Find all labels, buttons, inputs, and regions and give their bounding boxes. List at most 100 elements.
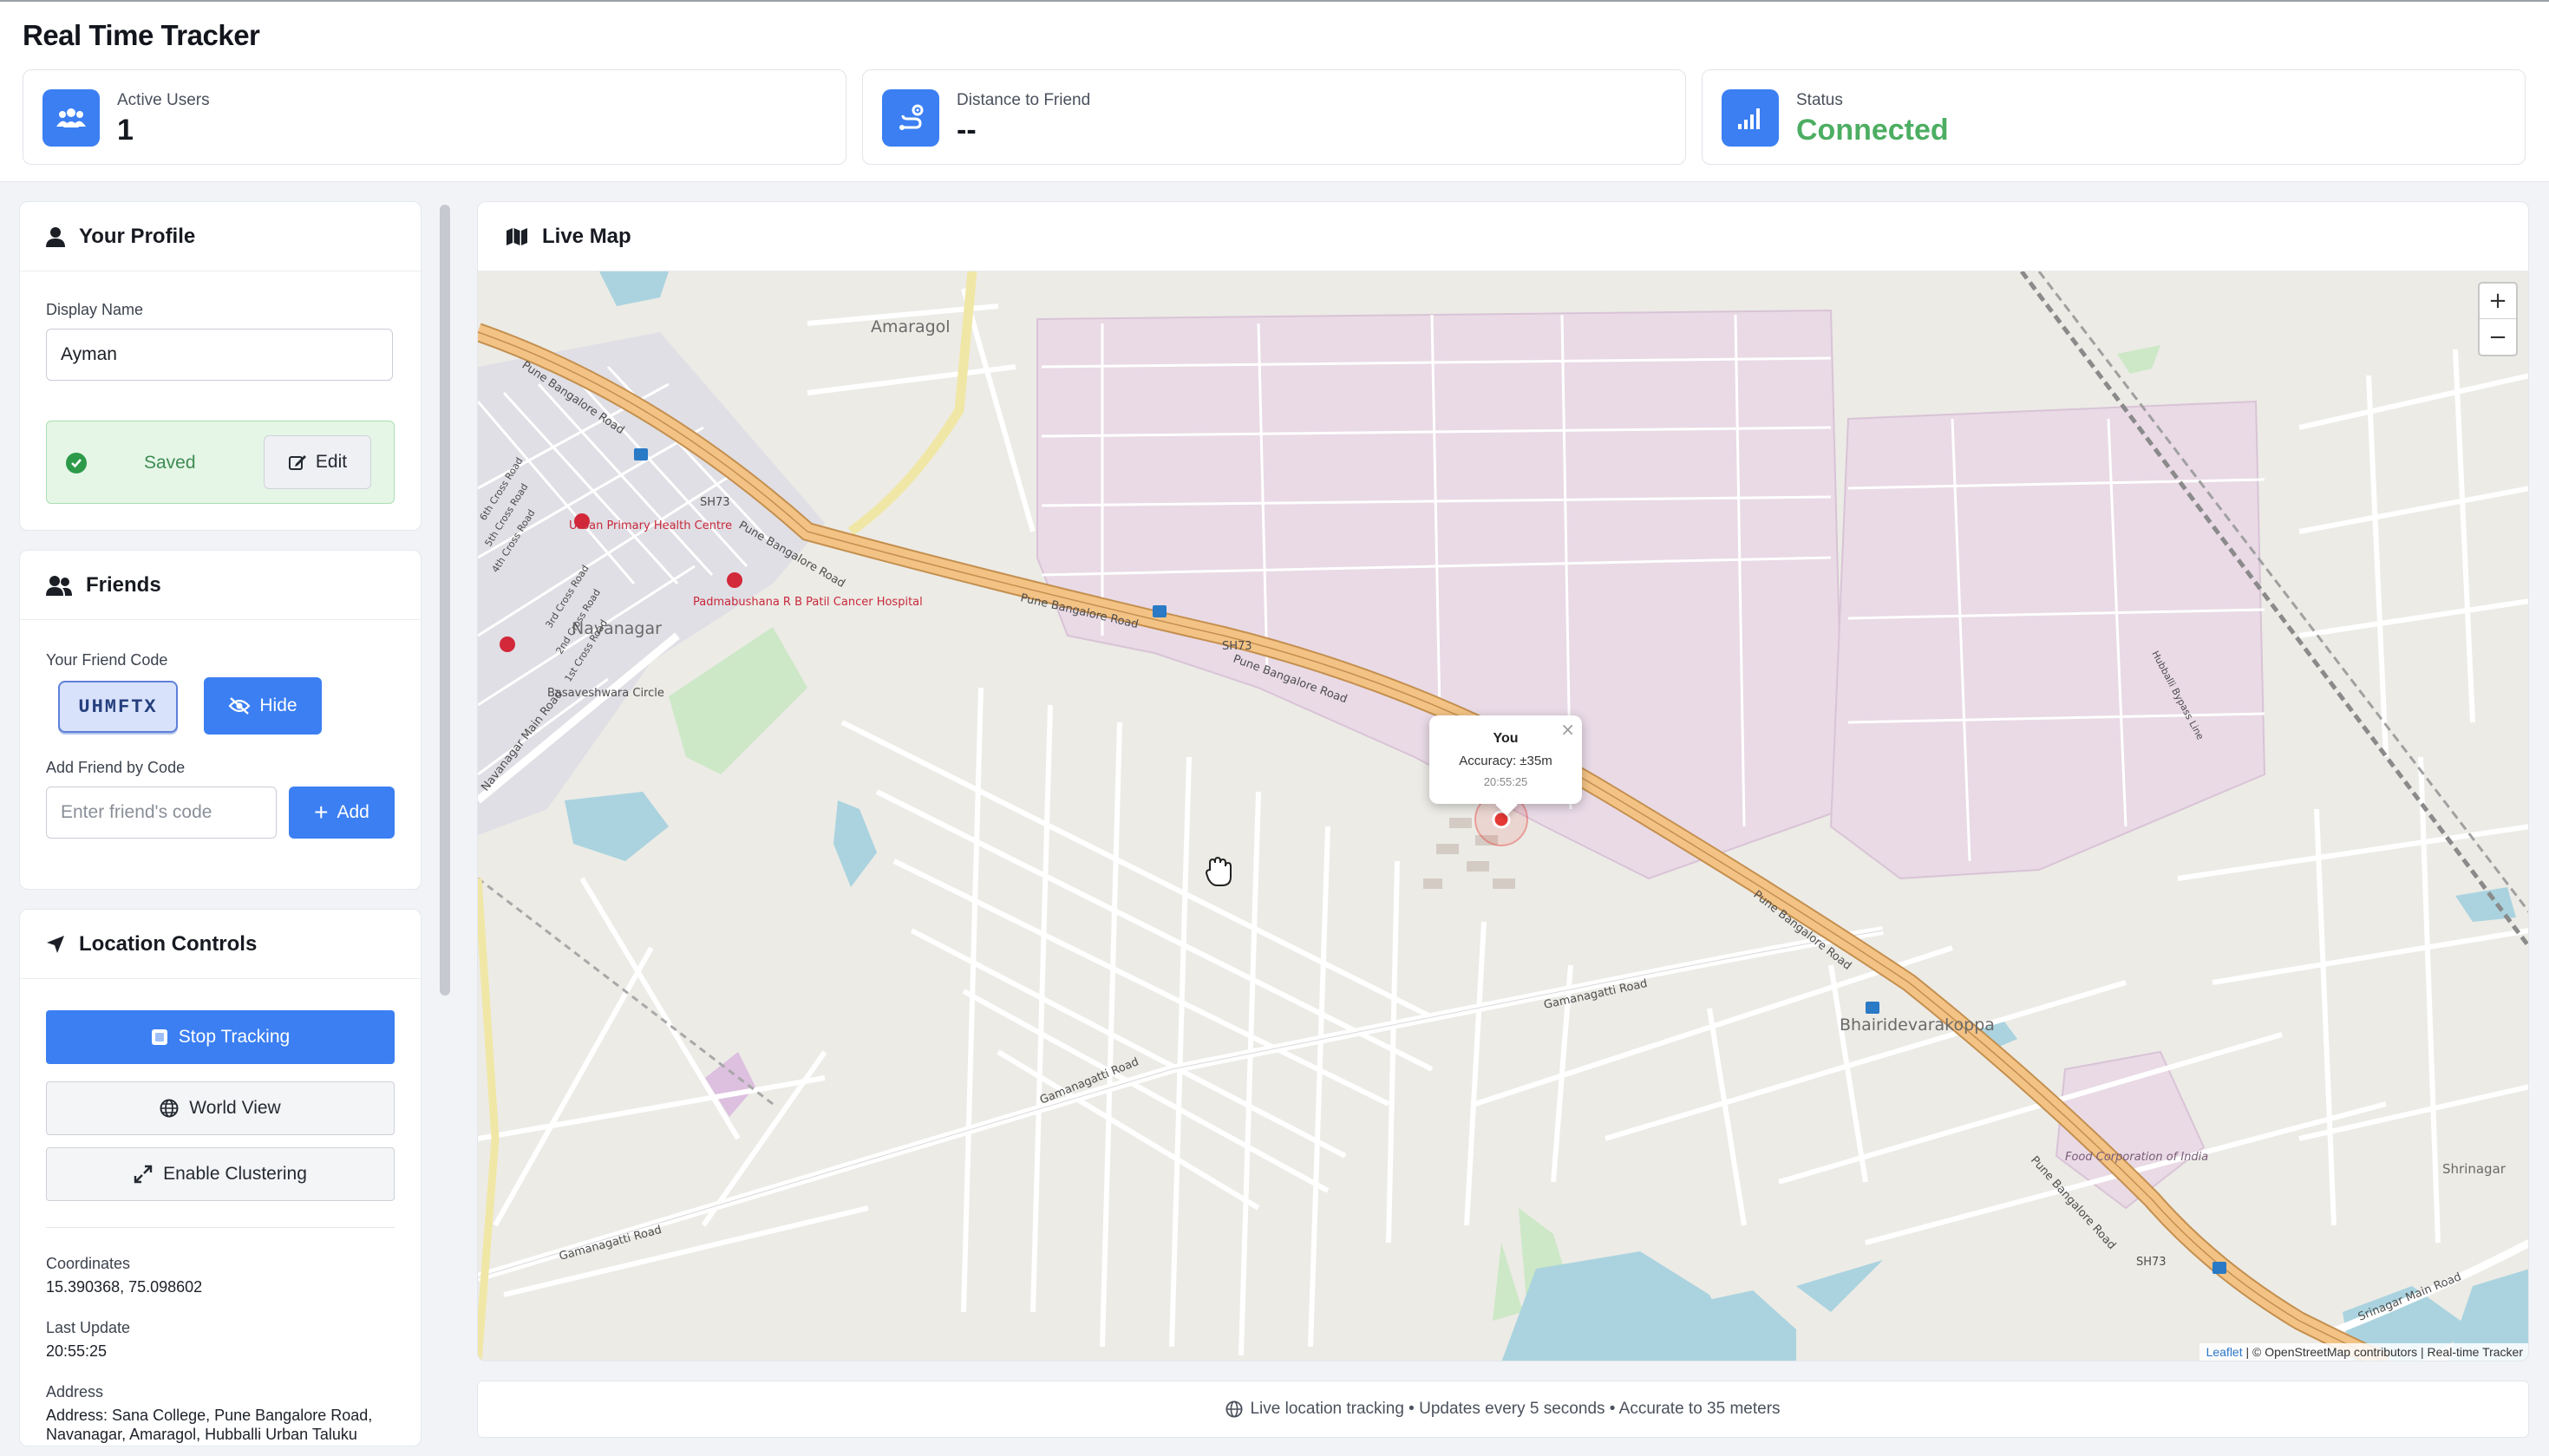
user-icon: [46, 226, 65, 247]
location-arrow-icon: [47, 935, 64, 953]
location-popup: × You Accuracy: ±35m 20:55:25: [1429, 715, 1582, 816]
route-icon: [882, 89, 939, 147]
address-value: Address: Sana College, Pune Bangalore Ro…: [46, 1407, 373, 1443]
stop-tracking-button[interactable]: Stop Tracking: [46, 1010, 395, 1064]
plus-icon: +: [314, 799, 329, 826]
footer-text: Live location tracking • Updates every 5…: [1250, 1400, 1781, 1418]
map-heading-text: Live Map: [542, 224, 631, 248]
map-attribution: Leaflet | © OpenStreetMap contributors |…: [2199, 1343, 2528, 1361]
globe-icon: [160, 1099, 179, 1118]
stat-label: Distance to Friend: [957, 91, 1091, 109]
eye-slash-icon: [228, 697, 251, 715]
world-view-label: World View: [189, 1098, 281, 1118]
water-body: [833, 800, 877, 887]
check-circle-icon: [66, 453, 87, 473]
stat-card-status: Status Connected: [1702, 69, 2526, 165]
map-card: Live Map Amaragol Navanagar Bhairidevara…: [477, 201, 2529, 1361]
add-friend-button[interactable]: + Add: [289, 787, 395, 839]
water-body: [1796, 1260, 1883, 1312]
map-label: SH73: [1222, 640, 1252, 653]
map-label: Padmabushana R B Patil Cancer Hospital: [693, 596, 923, 609]
stop-tracking-label: Stop Tracking: [178, 1027, 291, 1047]
zoom-in-button[interactable]: +: [2480, 284, 2516, 319]
address-label: Address: [46, 1383, 104, 1401]
friends-heading: Friends: [20, 551, 421, 620]
map-label: Urban Primary Health Centre: [569, 519, 732, 532]
stop-icon: [151, 1029, 167, 1045]
bus-stop-icon: [2212, 1262, 2226, 1274]
last-update-label: Last Update: [46, 1319, 131, 1336]
edit-label: Edit: [315, 452, 348, 472]
popup-title: You: [1493, 731, 1519, 746]
friends-heading-text: Friends: [86, 572, 161, 597]
map-label: Shrinagar: [2442, 1161, 2507, 1177]
map-icon: [507, 227, 527, 245]
friends-panel: Friends Your Friend Code UHMFTX Hide Add…: [19, 550, 422, 890]
map-footer: Live location tracking • Updates every 5…: [477, 1381, 2529, 1438]
bus-stop-icon: [1866, 1002, 1879, 1014]
popup-accuracy: Accuracy: ±35m: [1459, 754, 1552, 768]
map-label: Basaveshwara Circle: [547, 687, 664, 700]
leaflet-link[interactable]: Leaflet: [2206, 1345, 2243, 1359]
hospital-poi-icon: [500, 637, 515, 652]
zoom-out-button[interactable]: −: [2480, 319, 2516, 355]
park: [1493, 1243, 1523, 1321]
divider: [46, 1227, 395, 1228]
popup-time: 20:55:25: [1483, 775, 1528, 788]
coordinates-label: Coordinates: [46, 1255, 131, 1272]
saved-text: Saved: [144, 453, 196, 473]
friend-code-label: Your Friend Code: [46, 651, 168, 669]
stat-card-active-users: Active Users 1: [23, 69, 846, 165]
last-update-value: 20:55:25: [46, 1342, 108, 1360]
enable-clustering-label: Enable Clustering: [163, 1164, 307, 1184]
park: [2117, 345, 2160, 374]
lake: [1692, 1290, 1796, 1361]
map-tiles: Amaragol Navanagar Bhairidevarakoppa Shr…: [478, 271, 2528, 1361]
add-friend-label: Add Friend by Code: [46, 759, 186, 776]
globe-icon: [1225, 1401, 1244, 1418]
stat-label: Active Users: [117, 91, 210, 109]
coordinates-value: 15.390368, 75.098602: [46, 1278, 203, 1296]
status-value: Connected: [1796, 114, 1949, 147]
industrial-area: [1829, 400, 2266, 880]
stat-value: --: [957, 114, 977, 147]
zoom-control: + −: [2478, 282, 2518, 356]
attribution-text: | © OpenStreetMap contributors | Real-ti…: [2242, 1345, 2524, 1359]
saved-status-box: Saved Edit: [46, 421, 395, 504]
map-label: SH73: [2136, 1256, 2167, 1269]
water-body: [599, 271, 669, 306]
edit-icon: [288, 455, 306, 470]
hand-cursor-icon: [1205, 856, 1232, 886]
location-controls-panel: Location Controls Stop Tracking World Vi…: [19, 909, 422, 1446]
secondary-road: [478, 878, 500, 1361]
stat-label: Status: [1796, 91, 1843, 109]
signal-icon: [1722, 89, 1779, 147]
map-heading: Live Map: [478, 202, 2528, 271]
users-icon: [42, 89, 100, 147]
location-controls-heading: Location Controls: [20, 910, 421, 979]
world-view-button[interactable]: World View: [46, 1081, 395, 1135]
profile-heading: Your Profile: [20, 202, 421, 271]
map-label: Navanagar: [572, 619, 662, 638]
hospital-grounds: [669, 627, 807, 774]
hide-label: Hide: [259, 695, 297, 715]
location-controls-heading-text: Location Controls: [79, 931, 258, 956]
enable-clustering-button[interactable]: Enable Clustering: [46, 1147, 395, 1201]
water-body: [565, 792, 669, 861]
friend-code-input[interactable]: Enter friend's code: [46, 787, 277, 839]
top-bar: Real Time Tracker Active Users 1 Distanc…: [0, 0, 2549, 182]
hide-code-button[interactable]: Hide: [204, 677, 322, 735]
sidebar-scrollbar[interactable]: [439, 205, 451, 996]
edit-button[interactable]: Edit: [264, 435, 371, 489]
friend-code-badge[interactable]: UHMFTX: [58, 681, 178, 733]
display-name-label: Display Name: [46, 301, 144, 318]
display-name-input[interactable]: [46, 329, 393, 381]
map-canvas[interactable]: Amaragol Navanagar Bhairidevarakoppa Shr…: [478, 271, 2528, 1361]
profile-panel: Your Profile Display Name Saved Edit: [19, 201, 422, 531]
scrollbar-thumb[interactable]: [440, 205, 450, 996]
app-title: Real Time Tracker: [23, 19, 260, 51]
profile-heading-text: Your Profile: [79, 224, 196, 248]
friends-icon: [46, 575, 72, 596]
map-label: Food Corporation of India: [2065, 1151, 2208, 1164]
map-label: Bhairidevarakoppa: [1840, 1015, 1995, 1035]
